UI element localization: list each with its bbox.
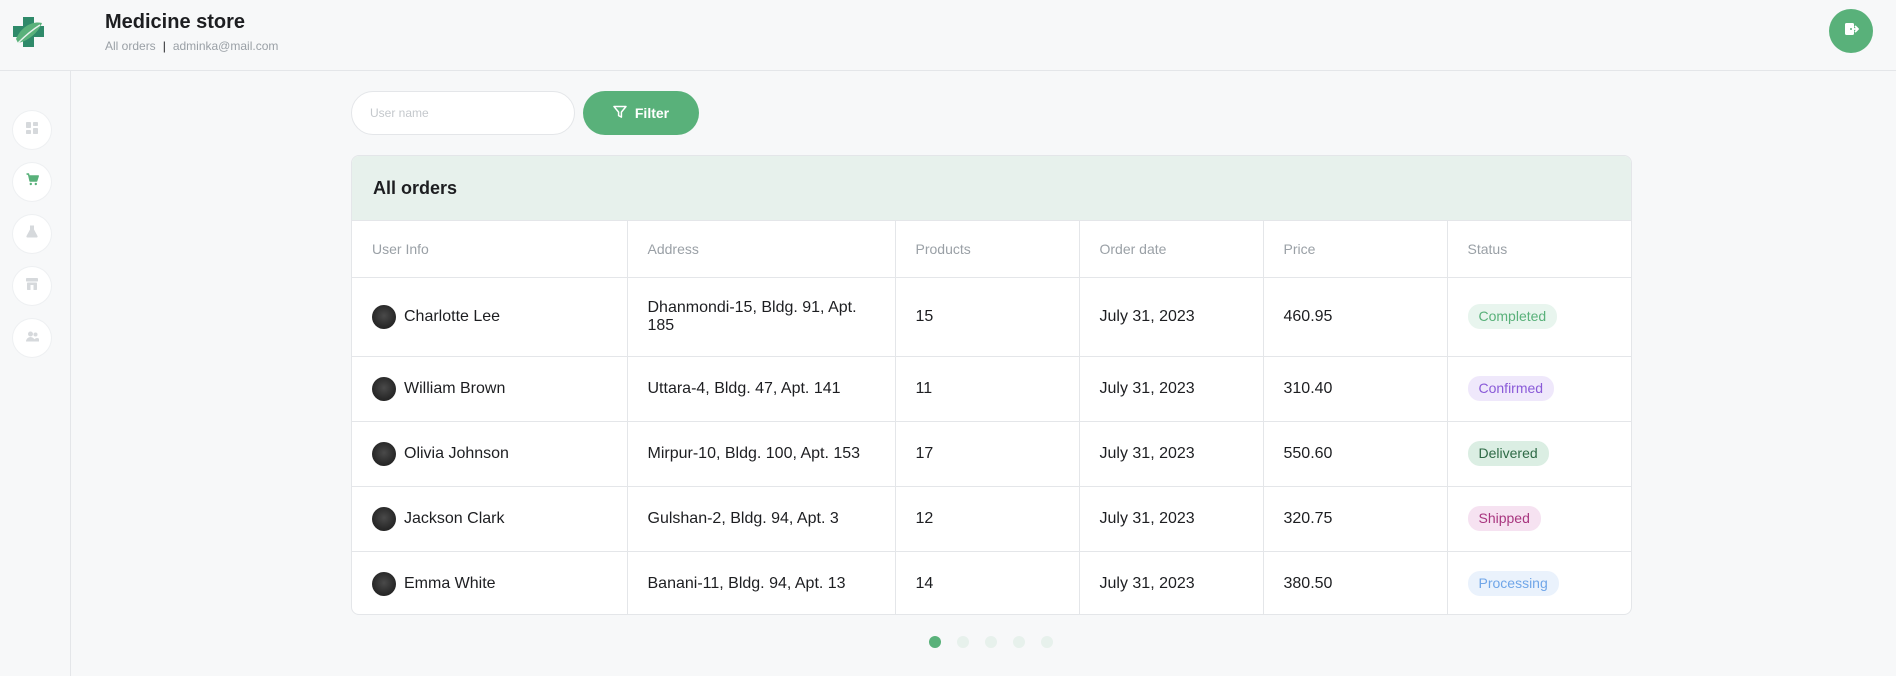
order-date-cell: July 31, 2023 bbox=[1079, 551, 1264, 614]
price-cell: 310.40 bbox=[1263, 356, 1448, 422]
sidebar-item-orders[interactable] bbox=[13, 163, 51, 201]
filter-icon bbox=[613, 105, 627, 122]
status-badge: Confirmed bbox=[1467, 376, 1555, 401]
flask-icon bbox=[26, 225, 38, 243]
avatar bbox=[372, 376, 396, 401]
price-cell: 460.95 bbox=[1263, 277, 1448, 357]
user-name: Emma White bbox=[404, 574, 496, 592]
sidebar-item-dashboard[interactable] bbox=[13, 111, 51, 149]
sidebar-item-products[interactable] bbox=[13, 215, 51, 253]
user-info-cell: Emma White bbox=[352, 551, 628, 614]
column-header-address: Address bbox=[627, 221, 896, 278]
price-cell: 550.60 bbox=[1263, 421, 1448, 487]
page-dot-1[interactable] bbox=[929, 636, 941, 648]
products-cell: 11 bbox=[895, 356, 1080, 422]
header-subtitle: All orders | adminka@mail.com bbox=[105, 39, 278, 53]
table-header-row: User Info Address Products Order date Pr… bbox=[352, 221, 1631, 278]
all-orders-card: All orders User Info Address Products Or… bbox=[351, 155, 1632, 615]
avatar bbox=[372, 506, 396, 531]
products-cell: 17 bbox=[895, 421, 1080, 487]
filter-button-label: Filter bbox=[634, 105, 670, 121]
current-page-label: All orders bbox=[105, 39, 156, 53]
user-info-cell: Jackson Clark bbox=[352, 486, 628, 552]
products-cell: 14 bbox=[895, 551, 1080, 614]
column-header-products: Products bbox=[895, 221, 1080, 278]
table-row[interactable]: Jackson Clark Gulshan-2, Bldg. 94, Apt. … bbox=[352, 486, 1631, 552]
price-cell: 380.50 bbox=[1263, 551, 1448, 614]
user-info-cell: Olivia Johnson bbox=[352, 421, 628, 487]
store-icon bbox=[26, 277, 38, 295]
card-title: All orders bbox=[373, 177, 458, 198]
status-cell: Completed bbox=[1447, 277, 1631, 357]
order-date-cell: July 31, 2023 bbox=[1079, 486, 1264, 552]
pagination bbox=[929, 636, 1053, 648]
dashboard-icon bbox=[26, 121, 38, 139]
page-dot-4[interactable] bbox=[1013, 636, 1025, 648]
order-date-cell: July 31, 2023 bbox=[1079, 356, 1264, 422]
order-date-cell: July 31, 2023 bbox=[1079, 277, 1264, 357]
medicine-store-logo-icon[interactable] bbox=[12, 15, 46, 49]
sidebar-item-customers[interactable] bbox=[13, 319, 51, 357]
status-cell: Shipped bbox=[1447, 486, 1631, 552]
users-icon bbox=[25, 329, 39, 347]
title-block: Medicine store All orders | adminka@mail.c… bbox=[105, 10, 278, 53]
address-cell: Banani-11, Bldg. 94, Apt. 13 bbox=[627, 551, 896, 614]
user-name: William Brown bbox=[404, 379, 506, 397]
order-date-cell: July 31, 2023 bbox=[1079, 421, 1264, 487]
table-row[interactable]: Charlotte Lee Dhanmondi-15, Bldg. 91, Ap… bbox=[352, 277, 1631, 357]
address-cell: Mirpur-10, Bldg. 100, Apt. 153 bbox=[627, 421, 896, 487]
avatar bbox=[372, 304, 396, 329]
avatar bbox=[372, 441, 396, 466]
user-name: Olivia Johnson bbox=[404, 444, 509, 462]
address-cell: Gulshan-2, Bldg. 94, Apt. 3 bbox=[627, 486, 896, 552]
table-row[interactable]: Emma White Banani-11, Bldg. 94, Apt. 13 … bbox=[352, 551, 1631, 614]
user-name: Jackson Clark bbox=[404, 509, 505, 527]
user-info-cell: William Brown bbox=[352, 356, 628, 422]
user-name: Charlotte Lee bbox=[404, 307, 501, 325]
status-badge: Processing bbox=[1467, 571, 1559, 597]
products-cell: 15 bbox=[895, 277, 1080, 357]
sidebar-item-suppliers[interactable] bbox=[13, 267, 51, 305]
logout-icon bbox=[1843, 21, 1859, 42]
column-header-status: Status bbox=[1447, 221, 1631, 278]
status-cell: Delivered bbox=[1447, 421, 1631, 487]
app-title: Medicine store bbox=[105, 11, 246, 33]
page-dot-2[interactable] bbox=[957, 636, 969, 648]
table-row[interactable]: Olivia Johnson Mirpur-10, Bldg. 100, Apt… bbox=[352, 421, 1631, 487]
status-badge: Completed bbox=[1467, 304, 1558, 329]
user-email: adminka@mail.com bbox=[172, 39, 279, 53]
price-cell: 320.75 bbox=[1263, 486, 1448, 552]
address-cell: Uttara-4, Bldg. 47, Apt. 141 bbox=[627, 356, 896, 422]
table-row[interactable]: William Brown Uttara-4, Bldg. 47, Apt. 1… bbox=[352, 356, 1631, 422]
top-header: Medicine store All orders | adminka@mail.c… bbox=[0, 0, 1896, 71]
user-info-cell: Charlotte Lee bbox=[352, 277, 628, 357]
username-filter-input[interactable] bbox=[351, 91, 575, 135]
column-header-user-info: User Info bbox=[352, 221, 628, 278]
products-cell: 12 bbox=[895, 486, 1080, 552]
page-dot-3[interactable] bbox=[985, 636, 997, 648]
avatar bbox=[372, 571, 396, 596]
sidebar-nav bbox=[0, 71, 71, 676]
status-cell: Processing bbox=[1447, 551, 1631, 614]
address-cell: Dhanmondi-15, Bldg. 91, Apt. 185 bbox=[627, 277, 896, 357]
orders-table: User Info Address Products Order date Pr… bbox=[352, 221, 1631, 614]
status-badge: Delivered bbox=[1467, 441, 1549, 466]
status-cell: Confirmed bbox=[1447, 356, 1631, 422]
page-dot-5[interactable] bbox=[1041, 636, 1053, 648]
subtitle-separator: | bbox=[162, 39, 166, 53]
status-badge: Shipped bbox=[1467, 506, 1541, 531]
cart-icon bbox=[26, 173, 39, 191]
logout-button[interactable] bbox=[1829, 9, 1873, 53]
column-header-order-date: Order date bbox=[1079, 221, 1264, 278]
column-header-price: Price bbox=[1263, 221, 1448, 278]
filter-button[interactable]: Filter bbox=[583, 91, 699, 135]
card-header: All orders bbox=[352, 156, 1631, 221]
